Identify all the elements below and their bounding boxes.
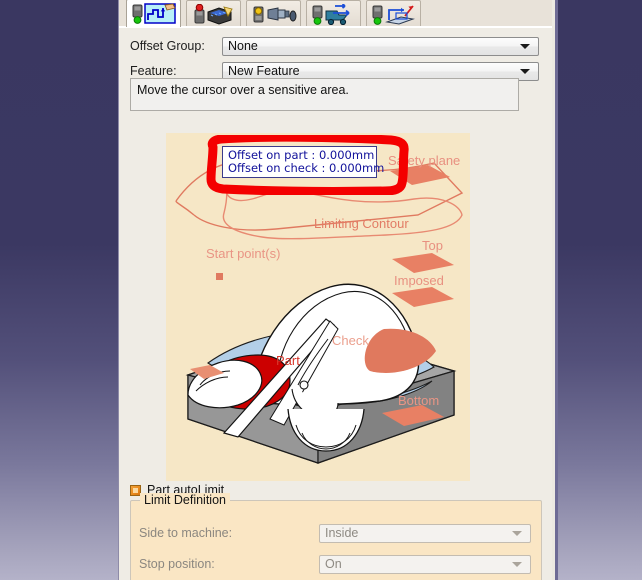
offset-group-combo[interactable]: None bbox=[222, 36, 539, 56]
dialog-content: Offset Group: None Feature: New Feature … bbox=[119, 0, 552, 580]
feature-value: New Feature bbox=[228, 64, 300, 78]
cam-operation-dialog: Offset Group: None Feature: New Feature … bbox=[118, 0, 558, 580]
side-to-machine-label: Side to machine: bbox=[139, 526, 233, 540]
tool-tab[interactable] bbox=[246, 0, 301, 27]
offset-group-row: Offset Group: None bbox=[119, 35, 552, 57]
feeds-speeds-tab[interactable] bbox=[306, 0, 361, 27]
check-label: Check bbox=[332, 333, 369, 348]
status-message-box: Move the cursor over a sensitive area. bbox=[130, 78, 519, 111]
chevron-down-icon bbox=[520, 69, 530, 74]
offset-tooltip: Offset on part : 0.000mm Offset on check… bbox=[222, 146, 385, 178]
side-to-machine-combo[interactable]: Inside bbox=[319, 523, 531, 543]
offset-group-label: Offset Group: bbox=[130, 39, 205, 53]
status-message-text: Move the cursor over a sensitive area. bbox=[137, 83, 349, 97]
limiting-contour-label: Limiting Contour bbox=[314, 216, 409, 231]
cutting-tool-icon bbox=[253, 6, 296, 22]
bottom-label: Bottom bbox=[398, 393, 439, 408]
safety-plane-diamond bbox=[390, 165, 450, 185]
imposed-plane-diamond bbox=[392, 287, 454, 307]
imposed-label: Imposed bbox=[394, 273, 444, 288]
stop-position-row: Stop position: On bbox=[139, 554, 531, 574]
tab-underline bbox=[119, 26, 552, 28]
stop-position-combo[interactable]: On bbox=[319, 554, 531, 574]
part-label: Part bbox=[276, 353, 300, 368]
geometry-tab[interactable] bbox=[186, 0, 241, 27]
strategy-tab[interactable] bbox=[126, 0, 181, 27]
side-to-machine-row: Side to machine: Inside bbox=[139, 523, 531, 543]
top-label: Top bbox=[422, 238, 443, 253]
stop-position-value: On bbox=[325, 557, 342, 571]
cam-part-diagram: Safety plane Limiting Contour Start poin… bbox=[175, 153, 464, 464]
macros-tab[interactable] bbox=[366, 0, 421, 27]
stop-position-label: Stop position: bbox=[139, 557, 215, 571]
offset-group-value: None bbox=[228, 39, 258, 53]
panel-body: Offset Group: None Feature: New Feature … bbox=[119, 28, 552, 580]
strategy-icon bbox=[132, 3, 176, 24]
top-plane-diamond bbox=[392, 253, 454, 273]
side-to-machine-value: Inside bbox=[325, 526, 359, 540]
feeds-speeds-icon bbox=[312, 3, 350, 25]
chevron-down-icon bbox=[512, 531, 522, 536]
chevron-down-icon bbox=[520, 44, 530, 49]
tab-strip bbox=[119, 0, 552, 27]
macros-icon bbox=[372, 4, 415, 25]
safety-plane-label: Safety plane bbox=[388, 153, 460, 168]
start-point-marker bbox=[216, 273, 223, 280]
start-points-label: Start point(s) bbox=[206, 246, 280, 261]
part-geometry-icon bbox=[194, 3, 233, 25]
feature-label: Feature: bbox=[130, 64, 177, 78]
limit-definition-title: Limit Definition bbox=[140, 493, 230, 507]
chevron-down-icon bbox=[512, 562, 522, 567]
sensitive-area-illustration[interactable]: Safety plane Limiting Contour Start poin… bbox=[166, 133, 470, 481]
tooltip-line-offset-check: Offset on check : 0.000mm bbox=[228, 161, 385, 175]
limit-definition-group: Limit Definition Side to machine: Inside… bbox=[130, 493, 542, 580]
